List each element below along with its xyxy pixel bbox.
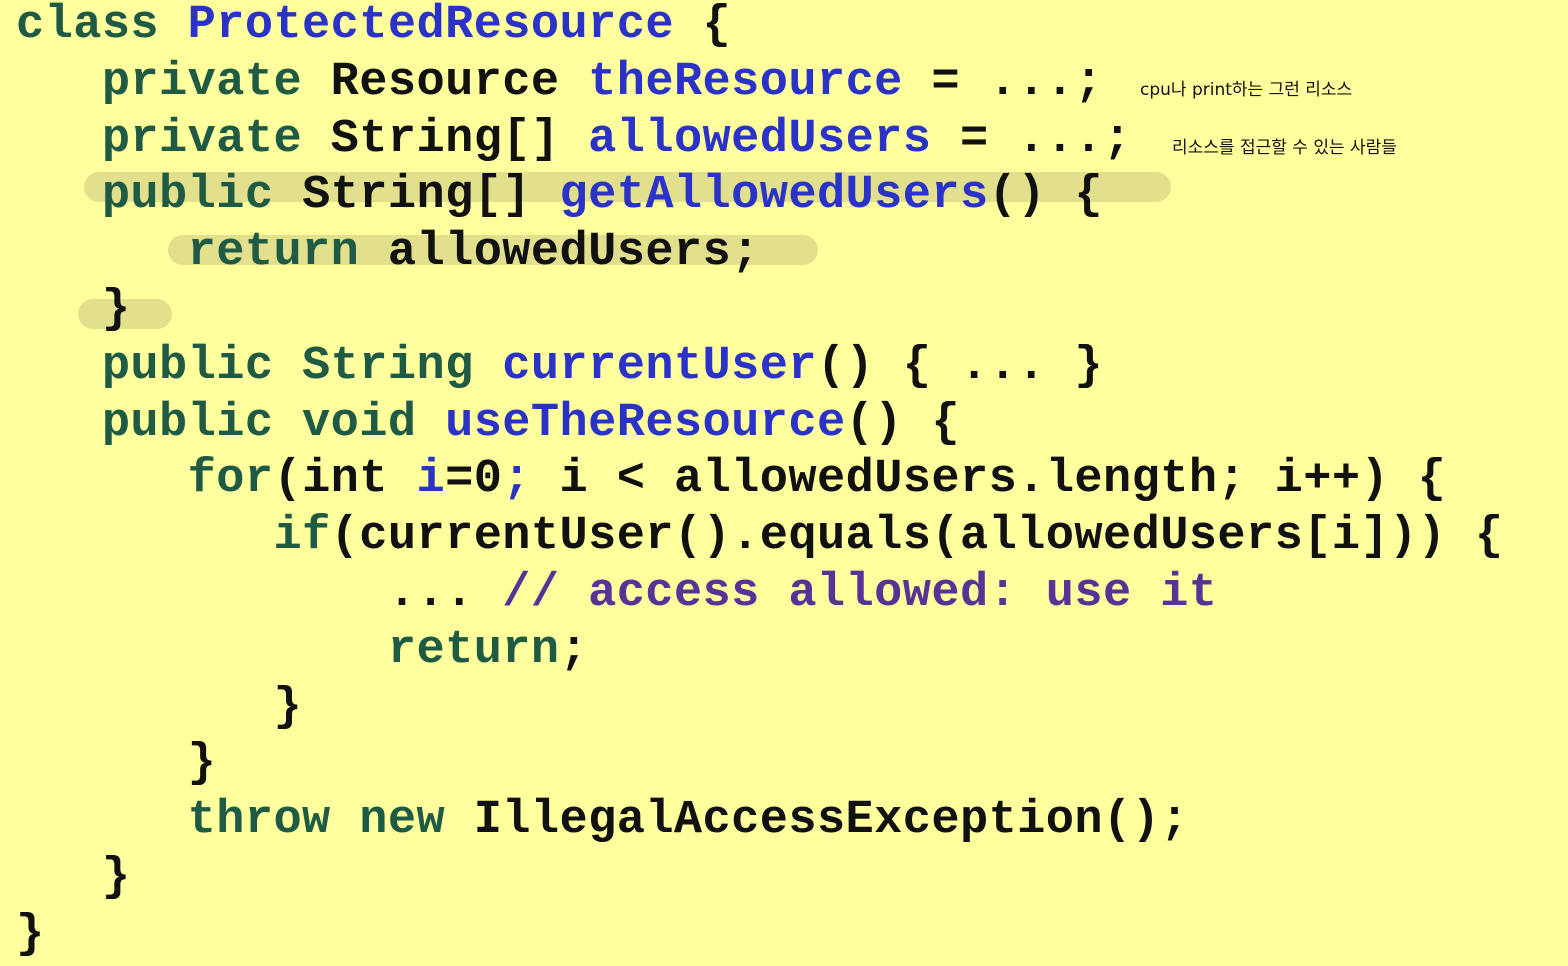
code-token: if <box>273 510 331 564</box>
line-close-class: } <box>16 906 45 963</box>
code-token: ... <box>16 567 503 620</box>
line-close-if: } <box>16 679 302 736</box>
code-token: } <box>16 283 131 336</box>
code-slide: class ProtectedResource { private Resour… <box>0 0 1568 966</box>
line-close-use-the-resource: } <box>16 849 130 906</box>
code-token: // access allowed: use it <box>502 567 1218 620</box>
code-token: class <box>16 0 188 52</box>
line-method-current-user: public String currentUser() { ... } <box>16 338 1103 395</box>
line-return: return; <box>16 622 588 679</box>
code-token: currentUser <box>502 339 817 393</box>
code-token: (int <box>273 453 417 507</box>
users-note: 리소스를 접근할 수 있는 사람들 <box>1172 138 1397 158</box>
code-token: = ...; <box>902 55 1104 109</box>
line-close-for: } <box>16 735 216 792</box>
code-token: public String <box>101 339 503 393</box>
code-token: public void <box>101 396 446 450</box>
code-token: theResource <box>588 55 903 109</box>
line-access-allowed-comment: ... // access allowed: use it <box>16 565 1217 622</box>
code-token: } <box>16 851 131 904</box>
line-close-get-allowed-users: } <box>16 281 130 338</box>
code-token: ; <box>559 623 589 677</box>
code-token: i < allowedUsers.length; i++) { <box>530 453 1447 507</box>
code-token: public <box>101 169 303 223</box>
code-token: ; <box>502 453 531 507</box>
code-token: (currentUser().equals(allowedUsers[i])) … <box>330 510 1504 564</box>
code-token: } <box>16 737 217 791</box>
line-field-allowed-users: private String[] allowedUsers = ...; <box>16 111 1132 168</box>
code-token: =0 <box>445 453 503 507</box>
code-token: String[] <box>330 112 589 166</box>
code-token: IllegalAccessException(); <box>473 794 1189 848</box>
code-token: i <box>416 453 446 507</box>
code-token: } <box>16 680 303 734</box>
code-token: private <box>101 112 331 166</box>
code-token: () { <box>988 169 1104 223</box>
code-token: getAllowedUsers <box>559 169 989 223</box>
line-method-use-the-resource: public void useTheResource() { <box>16 395 960 452</box>
code-token: allowedUsers <box>588 112 932 166</box>
line-class-decl: class ProtectedResource { <box>16 0 731 54</box>
code-token: return <box>187 226 388 280</box>
code-token: for <box>187 453 274 507</box>
code-token: () { ... } <box>816 339 1103 393</box>
code-token: () { <box>845 396 960 450</box>
line-return-allowed-users: return allowedUsers; <box>16 224 760 281</box>
code-token: Resource <box>330 55 589 109</box>
resource-note: cpu나 print하는 그런 리소스 <box>1140 80 1353 100</box>
code-token: { <box>673 0 732 52</box>
line-if-current-user: if(currentUser().equals(allowedUsers[i])… <box>16 508 1503 565</box>
code-token: throw new <box>187 794 474 848</box>
code-token: return <box>387 623 560 677</box>
code-token: ProtectedResource <box>187 0 674 52</box>
code-token: String[] <box>302 169 560 223</box>
code-token: private <box>101 55 331 109</box>
line-method-get-allowed-users: public String[] getAllowedUsers() { <box>16 167 1103 224</box>
line-field-resource: private Resource theResource = ...; <box>16 54 1103 111</box>
code-token: useTheResource <box>445 396 846 450</box>
line-for-loop: for(int i=0; i < allowedUsers.length; i+… <box>16 451 1446 508</box>
code-token: allowedUsers; <box>387 226 760 280</box>
line-throw: throw new IllegalAccessException(); <box>16 792 1189 849</box>
code-token: } <box>16 907 45 961</box>
code-token: = ...; <box>931 112 1132 166</box>
